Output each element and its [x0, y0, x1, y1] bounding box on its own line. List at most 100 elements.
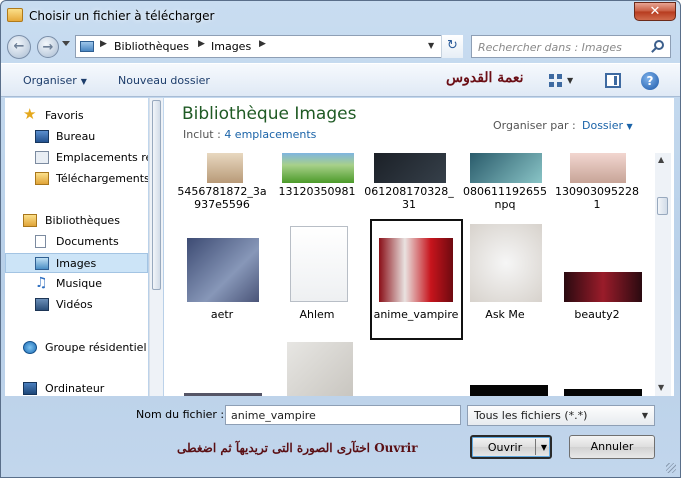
library-icon	[80, 41, 94, 52]
search-icon[interactable]	[654, 40, 664, 50]
dialog-footer: Nom du fichier : anime_vampire Tous les …	[1, 397, 680, 477]
sidebar-item-documents[interactable]: Documents	[5, 232, 148, 252]
file-name: 080611192655npq	[463, 185, 547, 211]
documents-icon	[35, 235, 46, 248]
refresh-button[interactable]: ↻	[441, 35, 463, 58]
file-name: anime_vampire	[373, 308, 459, 321]
sidebar-item-label: Groupe résidentiel	[45, 341, 147, 354]
organize-label: Organiser	[23, 74, 77, 87]
file-name: beauty2	[574, 308, 620, 321]
chevron-right-icon[interactable]: ▶	[198, 39, 205, 49]
navigation-pane: ★ Favoris Bureau Emplacements ré Télécha…	[5, 98, 148, 396]
close-button[interactable]: ✕	[634, 2, 676, 21]
sidebar-item-telechargements[interactable]: Téléchargements	[5, 169, 148, 189]
chevron-down-icon: ▼	[626, 122, 633, 131]
preview-pane-icon[interactable]	[605, 73, 621, 88]
file-name: Ahlem	[299, 308, 335, 321]
downloads-icon	[35, 172, 49, 185]
include-label: Inclut :	[183, 128, 221, 141]
filename-input[interactable]: anime_vampire	[225, 405, 461, 425]
sidebar-item-label: Vidéos	[56, 298, 93, 311]
sidebar-item-label: Téléchargements	[56, 172, 148, 185]
back-button[interactable]: ←	[7, 35, 31, 59]
sidebar-item-favoris[interactable]: ★ Favoris	[5, 106, 148, 126]
sidebar-scrollbar[interactable]	[149, 98, 163, 396]
sidebar-item-musique[interactable]: ♫ Musique	[5, 274, 148, 294]
breadcrumb-bibliotheques[interactable]: Bibliothèques	[114, 40, 189, 53]
pictures-icon	[35, 257, 49, 270]
sidebar-item-label: Emplacements ré	[56, 151, 148, 164]
sidebar-item-images[interactable]: Images	[5, 253, 148, 273]
file-thumbnail	[187, 238, 259, 302]
new-folder-button[interactable]: Nouveau dossier	[118, 74, 210, 87]
sidebar-item-label: Bibliothèques	[45, 214, 120, 227]
help-button[interactable]: ?	[641, 72, 659, 90]
recent-pages-dropdown[interactable]	[62, 41, 70, 46]
library-subtitle: Inclut : 4 emplacements	[183, 128, 316, 141]
cancel-button[interactable]: Annuler	[569, 435, 655, 459]
search-input[interactable]: Rechercher dans : Images	[478, 41, 622, 54]
sidebar-item-label: Bureau	[56, 130, 96, 143]
chevron-down-icon[interactable]: ▼	[567, 76, 573, 85]
sidebar-item-label: Documents	[56, 235, 119, 248]
file-thumbnail[interactable]	[184, 393, 262, 396]
sidebar-item-label: Favoris	[45, 109, 84, 122]
arrange-by-dropdown[interactable]: Dossier ▼	[582, 119, 633, 132]
views-icon[interactable]	[549, 74, 563, 88]
navigation-bar: ← → ▶ Bibliothèques ▶ Images ▶ ▼ ↻ Reche…	[1, 31, 680, 63]
scroll-up-icon[interactable]: ▲	[658, 155, 664, 164]
arrange-by-label: Organiser par :	[493, 119, 576, 132]
filename-label: Nom du fichier :	[136, 408, 225, 421]
scrollbar-thumb[interactable]	[152, 100, 161, 290]
recent-places-icon	[35, 151, 49, 164]
chevron-right-icon[interactable]: ▶	[100, 39, 107, 49]
desktop-icon	[35, 130, 49, 143]
arrange-by-value: Dossier	[582, 119, 624, 132]
file-name: aetr	[210, 308, 234, 321]
file-type-select[interactable]: Tous les fichiers (*.*) ▼	[467, 405, 655, 426]
content-scrollbar[interactable]: ▲ ▼	[655, 153, 671, 396]
file-thumbnail[interactable]	[564, 389, 642, 396]
file-name: Ask Me	[485, 308, 525, 321]
resize-grip[interactable]	[666, 463, 676, 473]
sidebar-item-groupe[interactable]: Groupe résidentiel	[5, 338, 148, 358]
computer-icon	[23, 382, 37, 395]
file-name: 061208170328_31	[364, 185, 454, 211]
file-type-value: Tous les fichiers (*.*)	[474, 409, 588, 422]
address-bar[interactable]: ▶ Bibliothèques ▶ Images ▶ ▼	[75, 35, 463, 58]
file-thumbnail	[379, 238, 453, 302]
file-thumbnail	[374, 153, 446, 183]
sidebar-item-bureau[interactable]: Bureau	[5, 127, 148, 147]
scroll-down-icon[interactable]: ▼	[658, 383, 664, 392]
file-thumbnail	[470, 224, 542, 302]
sidebar-item-label: Musique	[56, 277, 102, 290]
scrollbar-thumb[interactable]	[657, 197, 668, 215]
forward-button[interactable]: →	[37, 36, 59, 58]
search-box[interactable]: Rechercher dans : Images	[471, 35, 671, 58]
include-locations-link[interactable]: 4 emplacements	[224, 128, 316, 141]
sidebar-item-ordinateur[interactable]: Ordinateur	[5, 379, 148, 396]
file-thumbnail	[282, 153, 354, 183]
file-name: 1309030952281	[555, 185, 639, 211]
breadcrumb-images[interactable]: Images	[211, 40, 251, 53]
chevron-down-icon[interactable]: ▼	[428, 41, 442, 55]
star-icon: ★	[23, 105, 37, 123]
file-thumbnail	[564, 272, 642, 302]
file-thumbnail[interactable]	[470, 385, 548, 396]
sidebar-item-label: Ordinateur	[45, 382, 105, 395]
open-button[interactable]: Ouvrir ▼	[470, 435, 552, 459]
music-icon: ♫	[35, 275, 48, 291]
file-thumbnail	[290, 226, 348, 302]
chevron-down-icon[interactable]: ▼	[541, 437, 547, 459]
sidebar-item-emplacements[interactable]: Emplacements ré	[5, 148, 148, 168]
sidebar-item-bibliotheques[interactable]: Bibliothèques	[5, 211, 148, 231]
title-bar: Choisir un fichier à télécharger ✕	[1, 1, 680, 31]
arabic-watermark-text: نعمة القدوس	[446, 70, 524, 86]
organize-button[interactable]: Organiser ▼	[23, 74, 87, 87]
instruction-text: اختآرى الصورة التى تريديهآ ثم اضغطى Ouvr…	[177, 441, 418, 455]
sidebar-item-videos[interactable]: Vidéos	[5, 295, 148, 315]
videos-icon	[35, 298, 49, 311]
file-thumbnail[interactable]	[287, 342, 353, 396]
file-thumbnail	[570, 153, 626, 183]
chevron-right-icon[interactable]: ▶	[259, 39, 266, 49]
